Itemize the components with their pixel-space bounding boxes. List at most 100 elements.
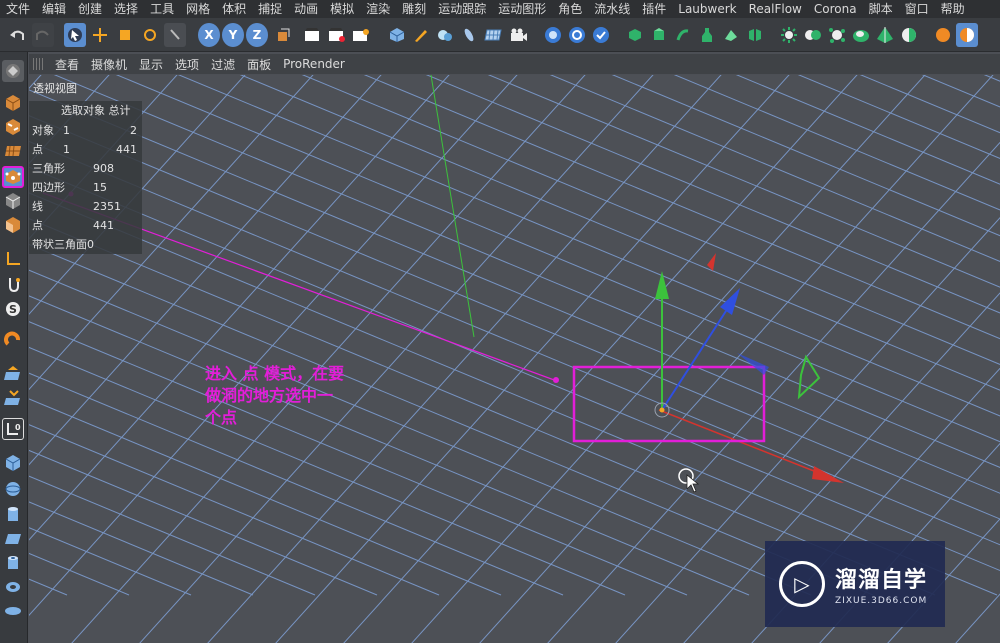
redo-icon[interactable] <box>32 23 54 47</box>
sky-icon[interactable] <box>850 23 872 47</box>
perspective-viewport[interactable]: 透视视图 选取对象 总计 对象 1 2 点 1 441 三角形 908 四边形 … <box>29 75 1000 643</box>
texture-mode-icon[interactable] <box>2 116 24 138</box>
undo-icon[interactable] <box>6 23 28 47</box>
workplane-mode-icon[interactable] <box>2 140 24 162</box>
floor-icon[interactable] <box>898 23 920 47</box>
menu-mograph[interactable]: 运动图形 <box>492 0 552 18</box>
primitive-cube-icon[interactable] <box>2 452 24 474</box>
coordinate-system-icon[interactable] <box>272 23 294 47</box>
menu-pipeline[interactable]: 流水线 <box>588 0 636 18</box>
menu-sculpt[interactable]: 雕刻 <box>396 0 432 18</box>
menu-render[interactable]: 渲染 <box>360 0 396 18</box>
viewport-menu-filter[interactable]: 过滤 <box>205 56 241 73</box>
primitive-tube-icon[interactable] <box>2 552 24 574</box>
axis-mode-icon[interactable] <box>2 248 24 270</box>
polygons-mode-icon[interactable] <box>2 214 24 236</box>
viewport-menu-options[interactable]: 选项 <box>169 56 205 73</box>
mograph-spline-icon[interactable] <box>672 23 694 47</box>
primitive-cylinder-icon[interactable] <box>2 504 24 526</box>
menu-create[interactable]: 创建 <box>72 0 108 18</box>
render-picture-viewer-icon[interactable] <box>326 23 348 47</box>
axis-x-toggle[interactable]: X <box>198 23 220 47</box>
cube-icon[interactable] <box>386 23 408 47</box>
viewport-menu-cameras[interactable]: 摄像机 <box>85 56 133 73</box>
light-icon[interactable] <box>778 23 800 47</box>
stats-row-points: 点 1 441 <box>29 140 142 159</box>
model-mode-icon[interactable] <box>2 92 24 114</box>
panel-grip-icon[interactable] <box>33 58 43 70</box>
primitive-plane-icon[interactable] <box>2 528 24 550</box>
menu-window[interactable]: 窗口 <box>899 0 935 18</box>
viewport-menu-display[interactable]: 显示 <box>133 56 169 73</box>
tweak-mode-icon[interactable] <box>2 274 24 296</box>
pen-icon[interactable] <box>410 23 432 47</box>
capsule-icon[interactable] <box>458 23 480 47</box>
edges-mode-icon[interactable] <box>2 190 24 212</box>
menu-file[interactable]: 文件 <box>0 0 36 18</box>
grid-snap-icon[interactable] <box>2 386 24 408</box>
snap-icon[interactable]: S <box>2 298 24 320</box>
select-tool-icon[interactable] <box>64 23 86 47</box>
mograph-matrix-icon[interactable] <box>720 23 742 47</box>
menu-mesh[interactable]: 网格 <box>180 0 216 18</box>
mograph-cloner-icon[interactable] <box>624 23 646 47</box>
menu-laubwerk[interactable]: Laubwerk <box>672 0 742 18</box>
viewport-menu-panel[interactable]: 面板 <box>241 56 277 73</box>
mograph-fracture-icon[interactable] <box>648 23 670 47</box>
particles-icon[interactable] <box>826 23 848 47</box>
subdivision-icon[interactable] <box>434 23 456 47</box>
camera-icon[interactable] <box>508 23 530 47</box>
menu-realflow[interactable]: RealFlow <box>743 0 808 18</box>
rotate-tool-icon[interactable] <box>139 23 161 47</box>
stats-total: 441 <box>116 143 137 156</box>
gizmo-x-handle[interactable] <box>707 253 716 271</box>
deformer-settings-icon[interactable] <box>566 23 588 47</box>
layer-zero-icon[interactable]: 0 <box>2 418 24 440</box>
menu-select[interactable]: 选择 <box>108 0 144 18</box>
stats-label: 四边形 <box>32 181 65 194</box>
environment-icon[interactable] <box>590 23 612 47</box>
make-editable-icon[interactable] <box>2 60 24 82</box>
menu-motion-tracker[interactable]: 运动跟踪 <box>432 0 492 18</box>
sphere-pair-icon[interactable] <box>802 23 824 47</box>
move-tool-icon[interactable] <box>89 23 111 47</box>
gizmo-z-arrow[interactable] <box>720 288 740 315</box>
axis-y-toggle[interactable]: Y <box>222 23 244 47</box>
mograph-bottle-icon[interactable] <box>696 23 718 47</box>
menu-plugins[interactable]: 插件 <box>636 0 672 18</box>
render-view-icon[interactable] <box>302 23 324 47</box>
mograph-text-icon[interactable] <box>744 23 766 47</box>
primitive-sphere-icon[interactable] <box>2 478 24 500</box>
primitive-torus-icon[interactable] <box>2 576 24 598</box>
render-settings-icon[interactable] <box>350 23 372 47</box>
menu-help[interactable]: 帮助 <box>935 0 971 18</box>
corona-ipr-icon[interactable] <box>956 23 978 47</box>
menu-tools[interactable]: 工具 <box>144 0 180 18</box>
viewport-menu-prorender[interactable]: ProRender <box>277 57 351 71</box>
menu-snap[interactable]: 捕捉 <box>252 0 288 18</box>
menu-edit[interactable]: 编辑 <box>36 0 72 18</box>
magnet-icon[interactable] <box>2 328 24 350</box>
primitive-disc-icon[interactable] <box>2 600 24 622</box>
points-mode-icon[interactable] <box>2 166 24 188</box>
gizmo-x-arrow[interactable] <box>812 466 844 483</box>
generator-icon[interactable] <box>542 23 564 47</box>
plane-icon[interactable] <box>482 23 504 47</box>
viewport-menu-view[interactable]: 查看 <box>49 56 85 73</box>
workplane-lock-icon[interactable] <box>2 362 24 384</box>
scale-tool-icon[interactable] <box>114 23 136 47</box>
menu-character[interactable]: 角色 <box>552 0 588 18</box>
axis-z-toggle[interactable]: Z <box>246 23 268 47</box>
menu-volume[interactable]: 体积 <box>216 0 252 18</box>
menu-corona[interactable]: Corona <box>808 0 863 18</box>
stats-value: 441 <box>93 219 114 232</box>
menu-animate[interactable]: 动画 <box>288 0 324 18</box>
menu-script[interactable]: 脚本 <box>863 0 899 18</box>
axis-y-label: Y <box>228 28 238 42</box>
recent-tool-icon[interactable] <box>164 23 186 47</box>
menu-simulate[interactable]: 模拟 <box>324 0 360 18</box>
pyramid-icon[interactable] <box>874 23 896 47</box>
stats-value: 2351 <box>93 200 121 213</box>
corona-render-icon[interactable] <box>932 23 954 47</box>
play-logo-icon: ▷ <box>779 561 825 607</box>
